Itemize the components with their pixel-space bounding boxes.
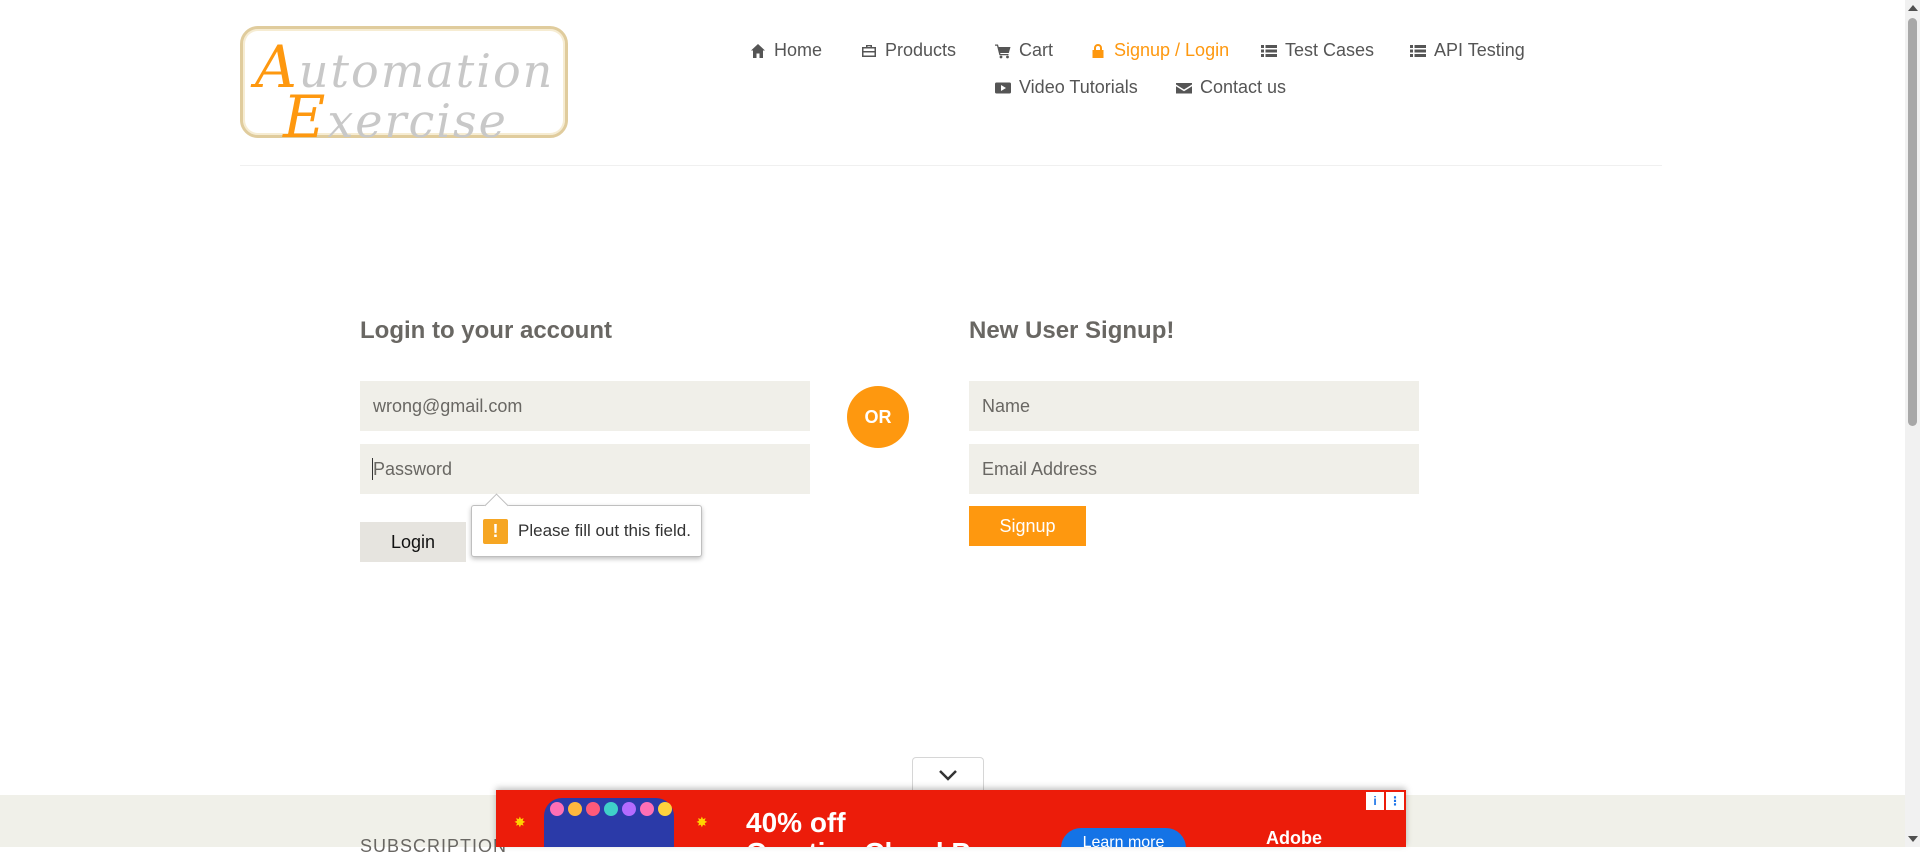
text-caret <box>372 458 373 480</box>
ad-cta-button[interactable]: Learn more <box>1061 828 1186 847</box>
ad-headline-line-2: Creative Cloud Pro <box>746 838 998 848</box>
nav-video-tutorials[interactable]: Video Tutorials <box>995 77 1138 98</box>
ad-headline-line-1: 40% off <box>746 807 846 838</box>
lock-icon <box>1092 43 1104 58</box>
validation-tooltip: ! Please fill out this field. <box>471 493 702 557</box>
nav-api-testing-label: API Testing <box>1434 40 1525 60</box>
nav-test-cases[interactable]: Test Cases <box>1261 40 1374 61</box>
cart-icon <box>995 44 1011 58</box>
youtube-icon <box>995 82 1011 93</box>
warning-icon: ! <box>483 518 508 544</box>
home-icon <box>751 43 765 58</box>
nav-products[interactable]: Products <box>861 40 956 61</box>
products-icon <box>862 44 876 57</box>
signup-email-field[interactable] <box>969 444 1419 494</box>
list-icon <box>1261 44 1277 57</box>
ad-sparkle-icon: ✸ <box>696 814 708 830</box>
login-button[interactable]: Login <box>360 522 466 562</box>
tooltip-message: Please fill out this field. <box>518 521 691 540</box>
nav-cart-label: Cart <box>1019 40 1054 60</box>
login-email-field[interactable] <box>360 381 810 431</box>
nav-signup-login-label: Signup / Login <box>1114 40 1230 60</box>
ad-choices: i ⋮ <box>1366 792 1404 810</box>
chevron-down-icon <box>939 769 957 781</box>
logo-line-2: Exercise <box>283 83 508 151</box>
page-scrollbar[interactable] <box>1905 0 1920 847</box>
login-title: Login to your account <box>360 317 612 344</box>
nav-home[interactable]: Home <box>750 40 822 61</box>
nav-contact-us[interactable]: Contact us <box>1176 77 1286 98</box>
nav-contact-us-label: Contact us <box>1200 77 1287 97</box>
scroll-up-arrow-icon[interactable] <box>1908 5 1918 11</box>
signup-name-field[interactable] <box>969 381 1419 431</box>
ad-banner[interactable]: ✸ ✸ 40% off Creative Cloud Pro Learn mor… <box>496 790 1406 847</box>
header-divider <box>240 165 1662 166</box>
ad-sparkle-icon: ✸ <box>514 814 526 830</box>
site-logo[interactable]: Automation Exercise <box>240 26 568 151</box>
nav-cart[interactable]: Cart <box>995 40 1053 61</box>
nav-video-tutorials-label: Video Tutorials <box>1019 77 1138 97</box>
nav-signup-login[interactable]: Signup / Login <box>1090 40 1229 61</box>
ad-headline: 40% off Creative Cloud Pro <box>746 807 998 848</box>
scrollbar-thumb[interactable] <box>1908 18 1917 426</box>
nav-api-testing[interactable]: API Testing <box>1410 40 1525 61</box>
scroll-down-arrow-icon[interactable] <box>1908 836 1918 842</box>
nav-home-label: Home <box>774 40 823 60</box>
signup-title: New User Signup! <box>969 317 1175 344</box>
envelope-icon <box>1176 82 1192 93</box>
nav-products-label: Products <box>885 40 957 60</box>
ad-brand-logo: Adobe <box>1266 828 1322 847</box>
ad-artwork <box>544 798 674 847</box>
ad-more-icon[interactable]: ⋮ <box>1386 792 1404 810</box>
login-password-field[interactable] <box>360 444 810 494</box>
ad-collapse-button[interactable] <box>912 757 984 791</box>
nav-test-cases-label: Test Cases <box>1285 40 1375 60</box>
signup-button[interactable]: Signup <box>969 506 1086 546</box>
tooltip-arrow <box>484 493 509 518</box>
ad-info-icon[interactable]: i <box>1366 792 1384 810</box>
list-icon <box>1410 44 1426 57</box>
or-divider: OR <box>847 386 909 448</box>
